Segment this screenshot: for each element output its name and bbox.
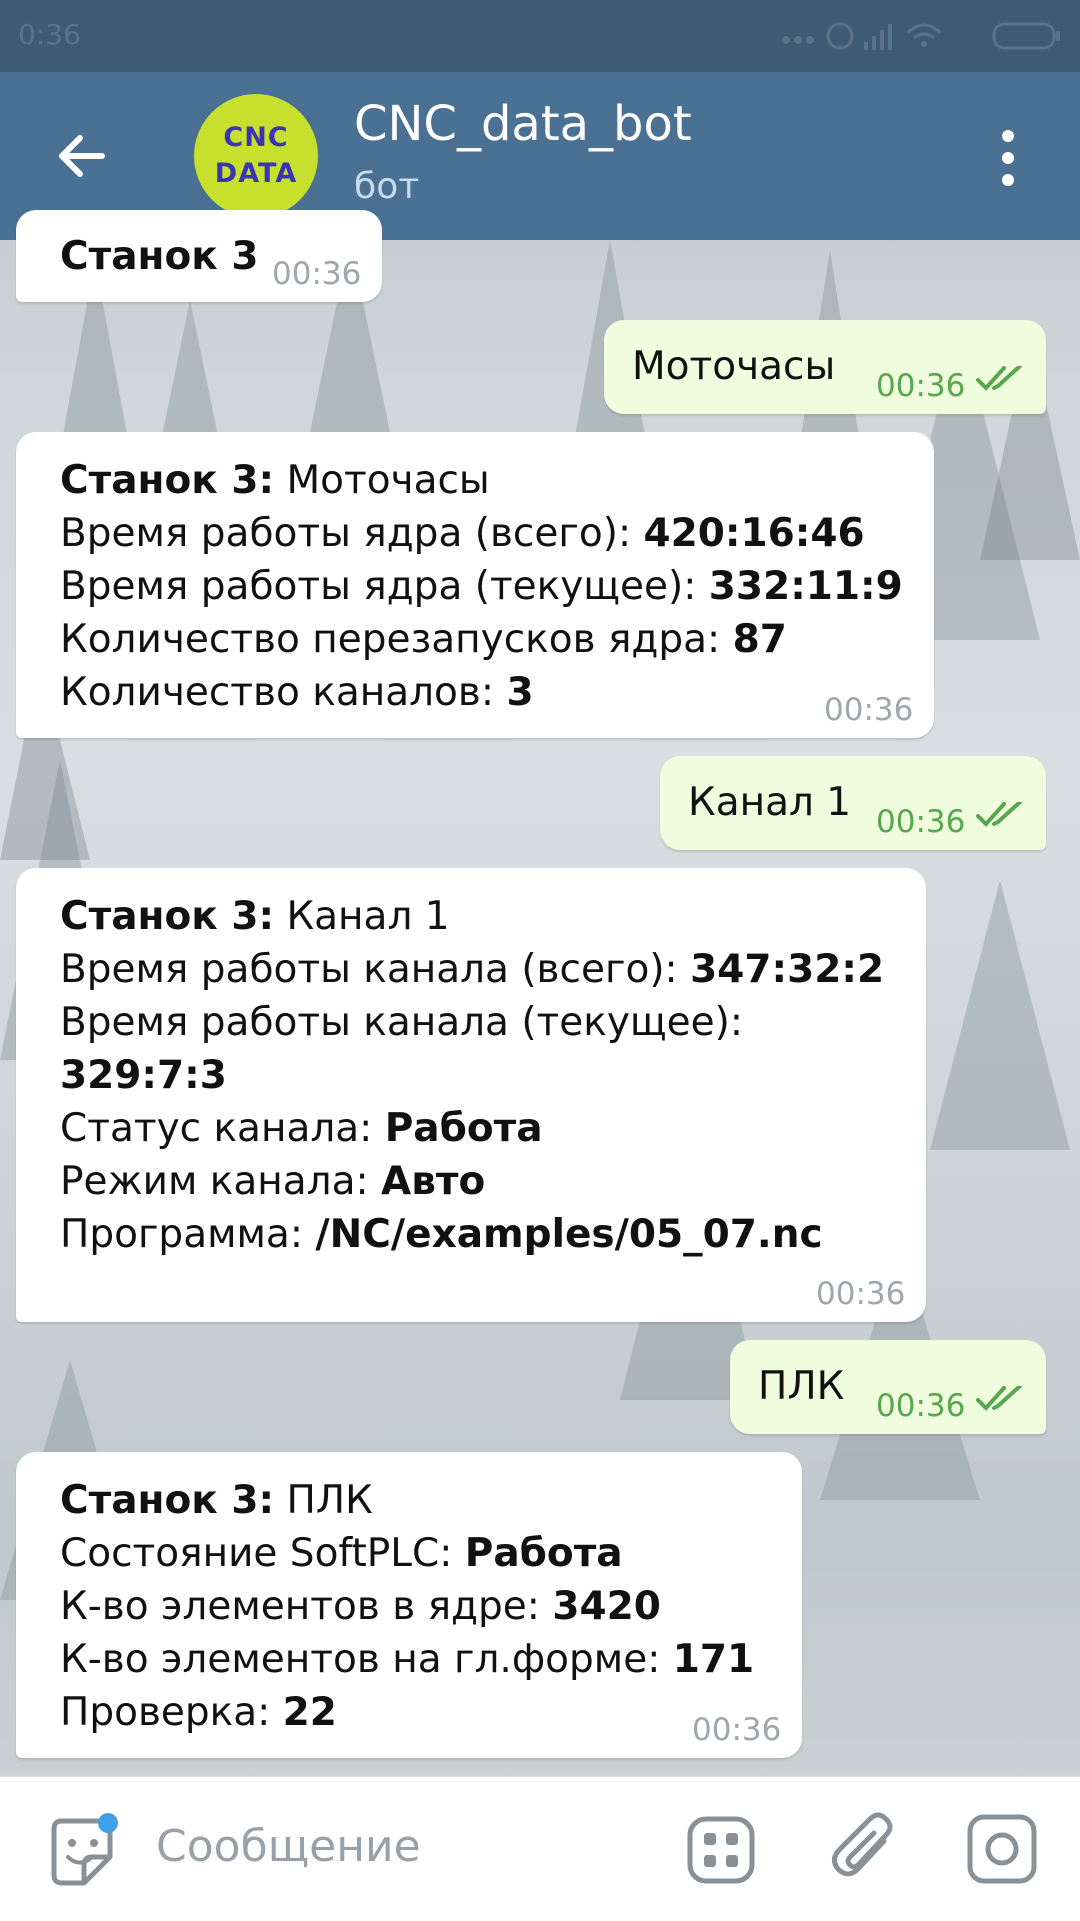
message-time: 00:36 [876,804,966,840]
message-line: Станок 3: Канал 1 [60,894,450,939]
avatar[interactable]: CNC DATA [192,92,320,220]
message-time: 00:36 [272,256,362,292]
chat-subtitle: бот [354,166,420,207]
message-body: Станок 3: ПЛК Состояние SoftPLC: Работа … [60,1474,754,1739]
message-line: Время работы ядра (текущее): 332:11:9 [60,564,903,609]
message-line: Статус канала: Работа [60,1106,543,1151]
message-line: К-во элементов на гл.форме: 171 [60,1637,755,1682]
message-line: К-во элементов в ядре: 3420 [60,1584,661,1629]
message-time: 00:36 [816,1276,906,1312]
arrow-left-icon[interactable] [50,124,114,188]
battery-icon [992,22,1060,50]
message-line: Станок 3 [60,234,259,279]
status-indicators-icon [782,22,941,50]
message-time: 00:36 [824,692,914,728]
chat-title[interactable]: CNC_data_bot [354,96,692,152]
message-outgoing[interactable]: Канал 1 00:36 [660,756,1046,850]
message-body: Станок 3: Канал 1 Время работы канала (в… [60,890,884,1261]
message-body: Станок 3: Моточасы Время работы ядра (вс… [60,454,903,719]
message-line: Режим канала: Авто [60,1159,486,1204]
message-line: Канал 1 [688,780,852,825]
message-line: Станок 3: Моточасы [60,458,490,503]
message-incoming[interactable]: Станок 3: ПЛК Состояние SoftPLC: Работа … [16,1452,802,1758]
sticker-icon[interactable] [44,1813,124,1893]
message-line: ПЛК [758,1364,845,1409]
double-check-icon [976,802,1022,827]
message-line: Состояние SoftPLC: Работа [60,1531,623,1576]
message-incoming[interactable]: Станок 3 00:36 [16,210,382,302]
message-line: Время работы ядра (всего): 420:16:46 [60,511,865,556]
more-vertical-icon[interactable] [996,128,1020,188]
status-icons [778,14,1062,58]
paperclip-icon[interactable] [830,1811,900,1887]
message-time: 00:36 [876,368,966,404]
message-line: Время работы канала (всего): 347:32:2 [60,947,885,992]
message-outgoing[interactable]: ПЛК 00:36 [730,1340,1046,1434]
message-time: 00:36 [876,1388,966,1424]
message-outgoing[interactable]: Моточасы 00:36 [604,320,1046,414]
double-check-icon [976,1386,1022,1411]
message-line: 329:7:3 [60,1053,227,1098]
notification-badge [98,1813,118,1833]
message-line: Станок 3: ПЛК [60,1478,373,1523]
avatar-line2: DATA [214,158,298,189]
message-line: Время работы канала (текущее): [60,1000,743,1045]
message-composer: Сообщение [0,1776,1080,1921]
message-line: Программа: /NC/examples/05_07.nc [60,1212,823,1257]
message-input[interactable]: Сообщение [156,1821,421,1872]
bot-commands-icon[interactable] [686,1815,756,1885]
message-line: Моточасы [632,344,836,389]
message-line: Проверка: 22 [60,1690,337,1735]
double-check-icon [976,366,1022,391]
status-bar: 0:36 [0,0,1080,72]
status-time: 0:36 [18,18,81,51]
avatar-line1: CNC [223,122,289,153]
message-time: 00:36 [692,1712,782,1748]
message-line: Количество каналов: 3 [60,670,534,715]
camera-icon[interactable] [966,1813,1038,1885]
message-incoming[interactable]: Станок 3: Моточасы Время работы ядра (вс… [16,432,934,738]
message-line: Количество перезапусков ядра: 87 [60,617,787,662]
message-incoming[interactable]: Станок 3: Канал 1 Время работы канала (в… [16,868,926,1322]
